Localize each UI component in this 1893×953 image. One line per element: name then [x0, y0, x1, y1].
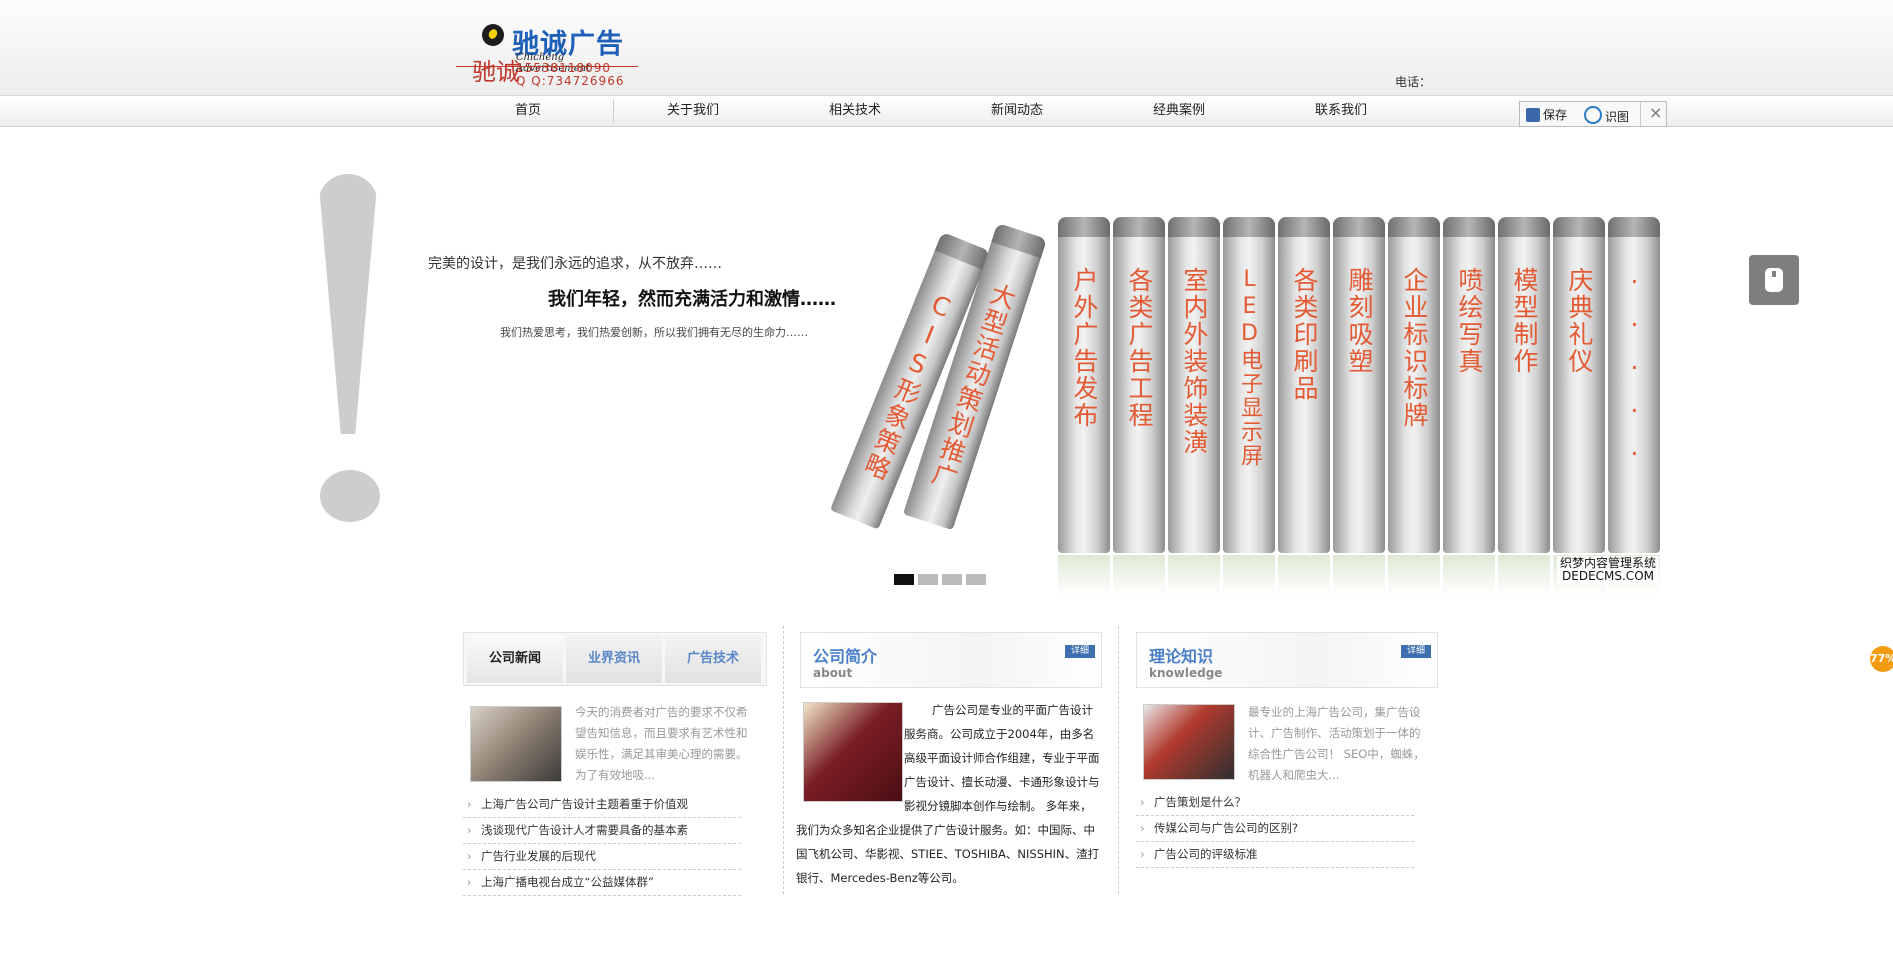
book-spine-6: LED电子显示屏 [1223, 217, 1275, 595]
save-label: 保存 [1543, 108, 1568, 122]
slide-dot-2[interactable] [918, 574, 938, 585]
company-logo[interactable]: 驰诚广告 驰诚 Chicheng Advertisement 155381180… [456, 22, 638, 88]
book-label: 各类广告工程 [1125, 267, 1154, 429]
floating-speed-badge[interactable]: 77% [1870, 646, 1893, 672]
magnifier-icon [1584, 106, 1602, 124]
knowledge-thumbnail[interactable] [1143, 704, 1235, 780]
about-text-block: 广告公司是专业的平面广告设计服务商。公司成立于2004年，由多名高级平面设计师合… [796, 698, 1102, 890]
book-spine-3: 户外广告发布 [1058, 217, 1110, 595]
knowledge-subtitle: knowledge [1149, 666, 1223, 680]
knowledge-more-button[interactable]: 详细 [1401, 645, 1431, 658]
list-item[interactable]: 浅谈现代广告设计人才需要具备的基本素 [463, 818, 741, 844]
column-divider [1118, 626, 1119, 894]
book-label: 喷绘写真 [1455, 267, 1484, 375]
phone-label: 电话： [1395, 75, 1432, 89]
list-item[interactable]: 上海广播电视台成立“公益媒体群” [463, 870, 741, 896]
image-toolbar: 保存 识图 × [1519, 101, 1667, 127]
knowledge-title: 理论知识 [1149, 647, 1214, 666]
book-label: 庆典礼仪 [1565, 267, 1594, 375]
about-header: 公司简介 about 详细 [800, 632, 1102, 688]
banner-slogan-1: 完美的设计，是我们永远的追求，从不放弃…… [428, 256, 722, 272]
about-text-spacer [796, 698, 904, 802]
list-item[interactable]: 上海广告公司广告设计主题着重于价值观 [463, 792, 741, 818]
book-label: ····· [1620, 267, 1649, 482]
news-tabs: 公司新闻 业界资讯 广告技术 [463, 632, 767, 686]
tab-ad-technology[interactable]: 广告技术 [665, 635, 761, 683]
book-label: 雕刻吸塑 [1345, 267, 1374, 375]
about-more-button[interactable]: 详细 [1065, 645, 1095, 658]
tab-company-news[interactable]: 公司新闻 [467, 635, 563, 683]
knowledge-list: 广告策划是什么？ 传媒公司与广告公司的区别? 广告公司的评级标准 [1136, 790, 1414, 868]
book-label: 模型制作 [1510, 267, 1539, 375]
list-item[interactable]: 传媒公司与广告公司的区别? [1136, 816, 1414, 842]
floating-usb-button[interactable] [1749, 255, 1799, 305]
top-header: 驰诚广告 驰诚 Chicheng Advertisement 155381180… [0, 0, 1893, 96]
slide-dot-1[interactable] [894, 574, 914, 585]
about-title: 公司简介 [813, 647, 878, 666]
book-spine-12: 庆典礼仪 [1553, 217, 1605, 595]
exclamation-dot-graphic [320, 470, 380, 522]
banner-slogan-2: 我们年轻，然而充满活力和激情…… [548, 289, 836, 310]
view-image-button[interactable]: 识图 [1584, 106, 1629, 125]
book-spine-4: 各类广告工程 [1113, 217, 1165, 595]
nav-item-about[interactable]: 关于我们 [633, 96, 753, 126]
nav-item-news[interactable]: 新闻动态 [957, 96, 1077, 126]
news-thumbnail[interactable] [470, 706, 562, 782]
news-summary: 今天的消费者对广告的要求不仅希望告知信息，而且要求有艺术性和娱乐性，满足其审美心… [575, 705, 748, 782]
book-spine-9: 企业标识标牌 [1388, 217, 1440, 595]
book-label: 企业标识标牌 [1400, 267, 1429, 429]
logo-phone: 15538118090 Q Q:734726966 [516, 62, 624, 88]
nav-item-contact[interactable]: 联系我们 [1281, 96, 1401, 126]
book-spine-10: 喷绘写真 [1443, 217, 1495, 595]
knowledge-header: 理论知识 knowledge 详细 [1136, 632, 1438, 688]
column-divider [783, 626, 784, 894]
logo-emblem-icon [482, 24, 504, 46]
hero-banner: 完美的设计，是我们永远的追求，从不放弃…… 我们年轻，然而充满活力和激情…… 我… [310, 160, 1670, 596]
nav-item-cases[interactable]: 经典案例 [1119, 96, 1239, 126]
book-label: 室内外装饰装潢 [1180, 267, 1209, 456]
save-icon [1526, 108, 1540, 122]
book-label: 各类印刷品 [1290, 267, 1319, 402]
book-spine-5: 室内外装饰装潢 [1168, 217, 1220, 595]
toolbar-divider [1640, 102, 1641, 126]
knowledge-summary: 最专业的上海广告公司，集广告设计、广告制作、活动策划于一体的综合性广告公司！ S… [1248, 705, 1425, 782]
book-spine-7: 各类印刷品 [1278, 217, 1330, 595]
exclamation-mark-graphic [318, 174, 378, 434]
nav-divider [613, 99, 614, 123]
view-label: 识图 [1605, 110, 1630, 124]
book-label: 户外广告发布 [1070, 267, 1099, 429]
usb-icon [1765, 268, 1783, 292]
slide-dot-3[interactable] [942, 574, 962, 585]
list-item[interactable]: 广告公司的评级标准 [1136, 842, 1414, 868]
nav-item-technology[interactable]: 相关技术 [795, 96, 915, 126]
slide-dot-4[interactable] [966, 574, 986, 585]
banner-slogan-3: 我们热爱思考，我们热爱创新，所以我们拥有无尽的生命力…… [500, 326, 808, 339]
list-item[interactable]: 广告策划是什么？ [1136, 790, 1414, 816]
watermark: 织梦内容管理系统 DEDECMS.COM [1557, 556, 1660, 584]
news-list: 上海广告公司广告设计主题着重于价值观 浅谈现代广告设计人才需要具备的基本素 广告… [463, 792, 741, 896]
about-subtitle: about [813, 666, 853, 680]
book-label: LED电子显示屏 [1237, 267, 1262, 468]
book-spine-8: 雕刻吸塑 [1333, 217, 1385, 595]
nav-item-home[interactable]: 首页 [468, 96, 588, 126]
save-button[interactable]: 保存 [1526, 106, 1567, 123]
slide-indicators [894, 574, 990, 588]
logo-qq-number: Q Q:734726966 [516, 74, 625, 88]
logo-seal: 驰诚 [472, 58, 520, 86]
list-item[interactable]: 广告行业发展的后现代 [463, 844, 741, 870]
book-spine-13: ····· [1608, 217, 1660, 595]
tab-industry-news[interactable]: 业界资讯 [566, 635, 662, 683]
book-spine-11: 模型制作 [1498, 217, 1550, 595]
close-icon[interactable]: × [1649, 103, 1662, 122]
watermark-line-2: DEDECMS.COM [1562, 569, 1654, 583]
